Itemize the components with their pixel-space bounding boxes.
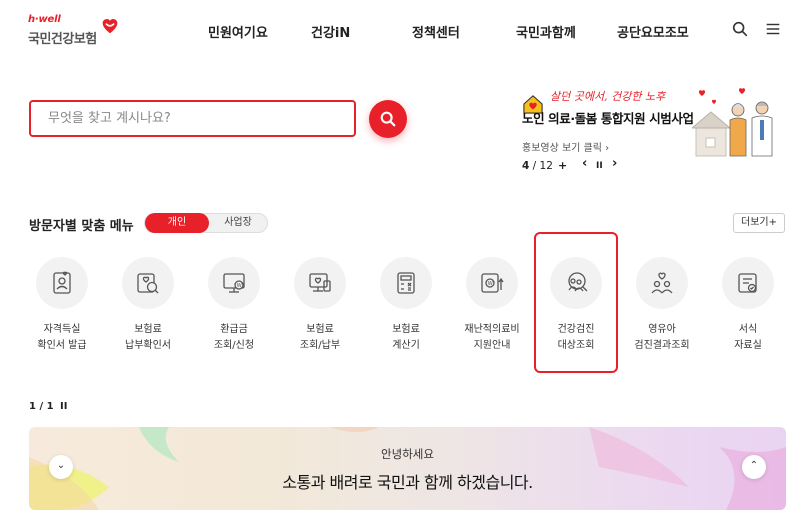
infant-checkup-icon (651, 272, 673, 294)
service-icon-bg: W (208, 257, 260, 309)
menu-pager: 1 / 1 (29, 401, 54, 412)
more-button[interactable]: 더보기+ (733, 213, 785, 233)
search-icon[interactable] (731, 20, 749, 38)
search-box (29, 100, 356, 137)
service-label-line1: 재난적의료비 (464, 324, 520, 335)
service-label: 서식자료실 (712, 322, 784, 354)
pay-monitor-icon (309, 273, 331, 292)
service-icon-bg (122, 257, 174, 309)
elderly-couple-illustration (692, 88, 773, 157)
nav-item-about[interactable]: 공단요모조모 (617, 22, 689, 41)
service-label-line2: 확인서 발급 (37, 340, 87, 351)
service-label: 보험료조회/납부 (284, 322, 356, 354)
service-label: 영유아검진결과조회 (626, 322, 698, 354)
greeting-banner: 안녕하세요 소통과 배려로 국민과 함께 하겠습니다. ⌄ ⌃ (29, 427, 786, 510)
banner-counter: 4 / 12 (522, 160, 553, 172)
banner-slogan: 살던 곳에서, 건강한 노후 (550, 90, 666, 103)
service-label-line1: 영유아 (648, 324, 676, 335)
service-item-calculator[interactable]: 보험료계산기 (370, 257, 442, 367)
service-label-line2: 조회/납부 (299, 340, 341, 351)
search-input[interactable] (31, 102, 354, 135)
service-item-infant-checkup[interactable]: 영유아검진결과조회 (626, 257, 698, 367)
service-label: 환급금조회/신청 (198, 322, 270, 354)
selected-service-highlight (534, 232, 618, 373)
main-nav: 민원여기요 건강iN 정책센터 국민과함께 공단요모조모 (0, 22, 800, 42)
service-label: 재난적의료비지원안내 (456, 322, 528, 354)
service-item-catastrophic-medical[interactable]: W 재난적의료비지원안내 (456, 257, 528, 367)
service-icon-bg (380, 257, 432, 309)
service-icon-bg (636, 257, 688, 309)
search-icon (380, 111, 396, 127)
service-label-line1: 환급금 (220, 324, 248, 335)
service-item-premium-payment[interactable]: 보험료조회/납부 (284, 257, 356, 367)
banner-pause-button[interactable]: II (596, 161, 603, 171)
service-item-refund[interactable]: W 환급금조회/신청 (198, 257, 270, 367)
banner-next-button[interactable]: › (612, 156, 617, 171)
service-item-payment-certificate[interactable]: 보험료납부확인서 (112, 257, 184, 367)
service-label-line1: 보험료 (306, 324, 334, 335)
banner-video-link[interactable]: 홍보영상 보기 클릭 › (522, 139, 609, 154)
document-icon (738, 273, 757, 293)
calculator-icon (397, 272, 415, 294)
refund-monitor-icon: W (223, 273, 245, 293)
service-item-forms[interactable]: 서식자료실 (712, 257, 784, 367)
service-icon-bg (294, 257, 346, 309)
nav-item-policy[interactable]: 정책센터 (412, 22, 460, 41)
search-button[interactable] (369, 100, 407, 138)
service-label-line2: 검진결과조회 (634, 340, 690, 351)
nav-item-health-in[interactable]: 건강iN (311, 22, 350, 41)
service-label-line1: 자격득실 (43, 324, 81, 335)
service-label-line1: 보험료 (392, 324, 420, 335)
nav-item-civil[interactable]: 민원여기요 (208, 22, 268, 41)
service-label-line1: 보험료 (134, 324, 162, 335)
nav-item-with-people[interactable]: 국민과함께 (516, 22, 576, 41)
banner-prev-button[interactable]: ‹ (582, 156, 587, 171)
service-icon-bg: W (466, 257, 518, 309)
menu-icon[interactable] (764, 20, 782, 38)
chevron-up-icon: ⌃ (749, 460, 759, 471)
hero-message: 소통과 배려로 국민과 함께 하겠습니다. (282, 473, 533, 492)
service-label-line2: 자료실 (734, 340, 762, 351)
toggle-personal[interactable]: 개인 (145, 213, 209, 233)
header: h·well 국민건강보험 민원여기요 건강iN 정책센터 국민과함께 공단요모… (0, 0, 800, 62)
banner-total: 12 (539, 160, 553, 172)
service-label: 보험료납부확인서 (112, 322, 184, 354)
svg-text:W: W (237, 283, 242, 289)
service-label-line2: 지원안내 (473, 340, 511, 351)
service-label-line2: 납부확인서 (125, 340, 171, 351)
banner-link-label: 홍보영상 보기 클릭 (522, 143, 602, 154)
promo-banner[interactable]: 살던 곳에서, 건강한 노후 노인 의료·돌봄 통합지원 시범사업 홍보영상 보… (520, 88, 780, 178)
banner-separator: / (529, 160, 540, 172)
medical-support-icon: W (481, 273, 504, 293)
service-label: 보험료계산기 (370, 322, 442, 354)
service-item-eligibility[interactable]: 자격득실확인서 발급 (26, 257, 98, 367)
banner-title: 노인 의료·돌봄 통합지원 시범사업 (522, 111, 694, 126)
svg-text:W: W (488, 281, 493, 287)
visitor-type-toggle: 개인 사업장 (144, 213, 268, 233)
menu-pause-button[interactable]: II (60, 401, 67, 412)
service-icon-bg (36, 257, 88, 309)
expand-down-button[interactable]: ⌄ (49, 455, 73, 479)
banner-plus-button[interactable]: + (558, 159, 567, 172)
id-card-icon (53, 271, 71, 294)
payment-check-icon (137, 273, 159, 294)
service-label: 자격득실확인서 발급 (26, 322, 98, 354)
service-label-line2: 계산기 (392, 340, 420, 351)
hero-greeting: 안녕하세요 (381, 447, 434, 461)
service-label-line1: 서식 (738, 324, 758, 335)
scroll-top-button[interactable]: ⌃ (742, 455, 766, 479)
service-icon-bg (722, 257, 774, 309)
service-label-line2: 조회/신청 (213, 340, 255, 351)
chevron-down-icon: ⌄ (56, 460, 66, 471)
menu-title: 방문자별 맞춤 메뉴 (29, 219, 134, 234)
toggle-business[interactable]: 사업장 (209, 214, 267, 232)
chevron-right-icon: › (605, 143, 610, 154)
